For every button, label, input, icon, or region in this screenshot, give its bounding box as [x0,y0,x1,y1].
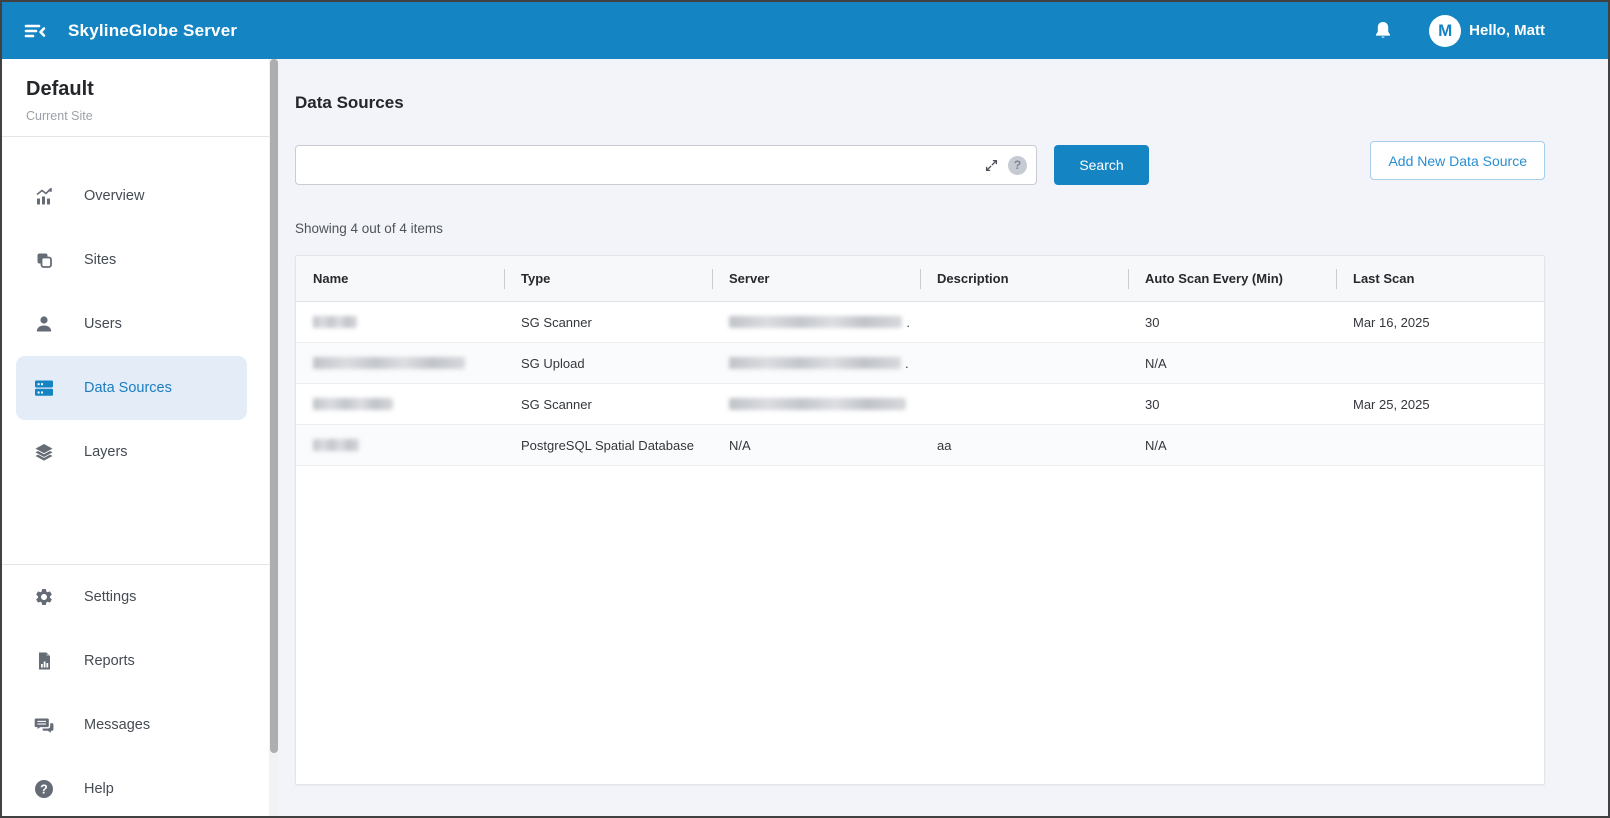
table-row[interactable]: SG Upload. N/A [296,343,1544,384]
menu-collapse-button[interactable] [22,18,48,44]
sidebar-item-label: Data Sources [84,380,172,396]
stacked-squares-icon [34,250,54,270]
report-document-icon [34,651,54,671]
sidebar-scrollbar-thumb[interactable] [270,59,278,753]
cell-server [712,384,920,424]
cell-server: . [712,343,920,383]
column-header-last-scan: Last Scan [1336,256,1544,301]
redacted-text [313,316,357,328]
expand-diagonal-icon[interactable] [984,158,999,173]
cell-last-scan: Mar 25, 2025 [1336,384,1544,424]
cell-description [920,384,1128,424]
data-sources-table: NameTypeServerDescriptionAuto Scan Every… [295,255,1545,785]
cell-name [296,384,504,424]
redacted-text [729,316,902,328]
column-header-description: Description [920,256,1128,301]
cell-auto-scan: N/A [1128,425,1336,465]
cell-description: aa [920,425,1128,465]
app-window: SkylineGlobe Server M Hello, Matt Defaul… [0,0,1610,818]
gear-icon [34,587,54,607]
table-row[interactable]: SG Scanner 30Mar 25, 2025 [296,384,1544,425]
redacted-text [729,398,906,410]
sidebar-item-label: Messages [84,717,150,733]
add-new-data-source-button[interactable]: Add New Data Source [1370,141,1545,180]
avatar[interactable]: M [1429,15,1461,47]
site-name: Default [26,78,255,101]
user-greeting[interactable]: Hello, Matt [1469,22,1545,39]
sidebar-item-overview[interactable]: Overview [2,164,279,228]
search-box: ? [295,145,1037,185]
sidebar-item-label: Layers [84,444,128,460]
cell-type: PostgreSQL Spatial Database [504,425,712,465]
redacted-text [313,357,465,369]
column-header-type: Type [504,256,712,301]
sidebar-item-users[interactable]: Users [2,292,279,356]
menu-collapse-icon [22,18,48,44]
sidebar-item-sites[interactable]: Sites [2,228,279,292]
cell-name [296,302,504,342]
sidebar-scrollbar [269,59,279,816]
cell-auto-scan: N/A [1128,343,1336,383]
column-header-server: Server [712,256,920,301]
sidebar-item-label: Settings [84,589,136,605]
results-summary: Showing 4 out of 4 items [295,221,1545,236]
cell-server: N/A [712,425,920,465]
question-circle-icon: ? [34,779,54,799]
person-icon [34,314,54,334]
sidebar-item-reports[interactable]: Reports [2,629,279,693]
cell-type: SG Upload [504,343,712,383]
table-row[interactable]: PostgreSQL Spatial DatabaseN/AaaN/A [296,425,1544,466]
sidebar-item-layers[interactable]: Layers [2,420,279,484]
column-header-name: Name [296,256,504,301]
redacted-text [313,439,359,451]
main-content: Data Sources Add New Data Source ? Searc… [279,59,1608,816]
sidebar-item-settings[interactable]: Settings [2,565,279,629]
sidebar: Default Current Site Overv [2,59,279,816]
sidebar-item-label: Reports [84,653,135,669]
cell-auto-scan: 30 [1128,302,1336,342]
search-button[interactable]: Search [1054,145,1149,185]
cell-type: SG Scanner [504,384,712,424]
cell-last-scan: Mar 16, 2025 [1336,302,1544,342]
cell-description [920,343,1128,383]
app-title: SkylineGlobe Server [68,21,237,41]
site-block: Default Current Site [2,59,279,136]
top-bar: SkylineGlobe Server M Hello, Matt [2,2,1608,59]
table-body: SG Scanner.30Mar 16, 2025SG Upload.N/ASG… [296,302,1544,466]
cell-last-scan [1336,425,1544,465]
layers-icon [34,442,54,462]
sidebar-nav-secondary: Settings Reports [2,565,279,818]
redacted-text [313,398,393,410]
cell-auto-scan: 30 [1128,384,1336,424]
site-caption: Current Site [26,109,255,123]
sidebar-item-label: Users [84,316,122,332]
cell-name [296,343,504,383]
table-header-row: NameTypeServerDescriptionAuto Scan Every… [296,256,1544,302]
server-stack-icon [34,378,54,398]
svg-text:?: ? [40,782,48,796]
search-row: ? Search [295,145,1545,185]
table-row[interactable]: SG Scanner. 30Mar 16, 2025 [296,302,1544,343]
chat-bubbles-icon [34,715,54,735]
cell-name [296,425,504,465]
sidebar-item-help[interactable]: ? Help [2,757,279,818]
sidebar-item-label: Overview [84,188,144,204]
sidebar-item-label: Help [84,781,114,797]
cell-server: . [712,302,920,342]
sidebar-nav-main: Overview Sites Users [2,137,279,484]
search-input[interactable] [296,146,984,184]
sidebar-item-messages[interactable]: Messages [2,693,279,757]
sidebar-item-data-sources[interactable]: Data Sources [16,356,247,420]
redacted-text [729,357,901,369]
cell-type: SG Scanner [504,302,712,342]
help-circle-icon[interactable]: ? [1008,156,1027,175]
sidebar-item-label: Sites [84,252,116,268]
cell-description [920,302,1128,342]
page-title: Data Sources [295,92,1545,114]
cell-last-scan [1336,343,1544,383]
bell-icon[interactable] [1371,19,1395,43]
column-header-auto-scan-every-min: Auto Scan Every (Min) [1128,256,1336,301]
bar-chart-trend-icon [34,186,54,206]
